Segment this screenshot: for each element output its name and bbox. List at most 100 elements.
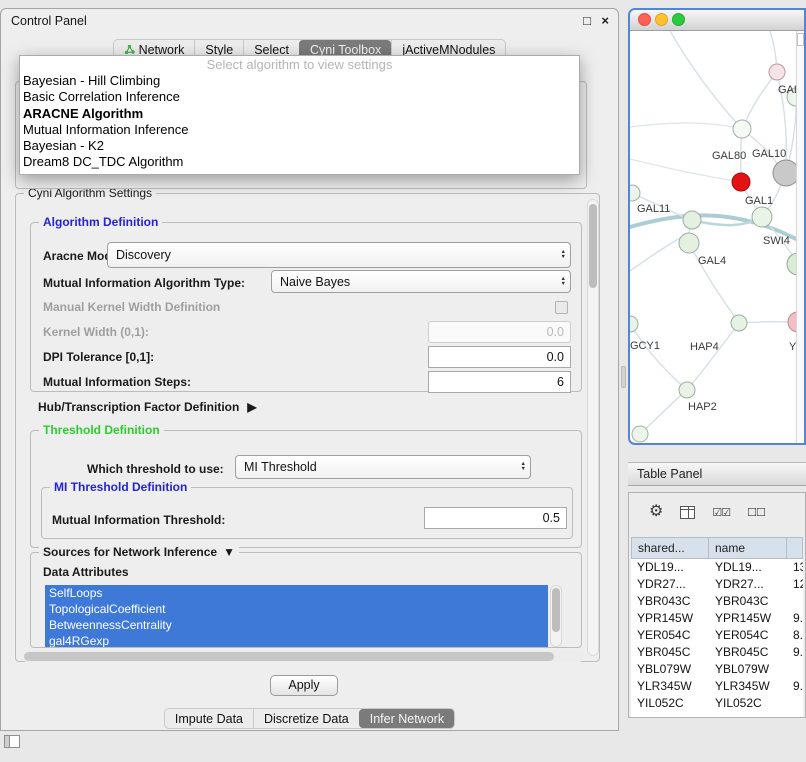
gear-icon[interactable]: ⚙ [649, 504, 663, 520]
algorithm-option-dream8-dc-tdc-algorithm[interactable]: Dream8 DC_TDC Algorithm [20, 154, 579, 170]
scrollbar-thumb[interactable] [24, 652, 554, 661]
data-attributes-list[interactable]: SelfLoopsTopologicalCoefficientBetweenne… [45, 585, 548, 647]
attribute-item-selfloops[interactable]: SelfLoops [45, 585, 548, 601]
kernel-width-label: Kernel Width (0,1): [43, 325, 149, 339]
sources-group-title: Sources for Network Inference ▼ [39, 545, 239, 559]
network-node-label: SWI4 [763, 235, 790, 247]
mi-steps-input[interactable]: 6 [428, 371, 571, 393]
which-threshold-label: Which threshold to use: [87, 462, 224, 476]
table-cell: YLR345W [631, 678, 709, 695]
show-hidden-panel-icon[interactable] [4, 735, 20, 748]
network-node[interactable] [773, 160, 796, 186]
network-node[interactable] [731, 315, 747, 331]
network-node-label: GCY1 [630, 340, 660, 352]
algorithm-option-basic-correlation-inference[interactable]: Basic Correlation Inference [20, 89, 579, 105]
tab-infer-network[interactable]: Infer Network [359, 709, 454, 728]
tab-impute-data[interactable]: Impute Data [165, 709, 253, 728]
manual-kernel-checkbox[interactable] [555, 301, 568, 314]
network-window-titlebar[interactable] [630, 10, 804, 31]
table-row[interactable]: YLR345WYLR345W9. [631, 678, 803, 695]
network-vertical-scrollbar[interactable] [796, 31, 804, 443]
chevron-down-icon[interactable]: ▼ [223, 545, 235, 559]
settings-vertical-scrollbar[interactable] [587, 199, 599, 656]
algorithm-option-aracne-algorithm[interactable]: ARACNE Algorithm [20, 106, 579, 122]
network-canvas[interactable]: GALGAL80GAL10GAL11GAL1SWI4GAL4GCY1HAP4YH… [630, 31, 796, 443]
table-row[interactable]: YBR043CYBR043C [631, 593, 803, 610]
table-cell: YBL079W [631, 661, 709, 678]
table-row[interactable]: YIL052CYIL052C [631, 695, 803, 712]
algorithm-option-bayesian-k2[interactable]: Bayesian - K2 [20, 138, 579, 154]
table-row[interactable]: YBR045CYBR045C9. [631, 644, 803, 661]
algorithm-option-bayesian-hill-climbing[interactable]: Bayesian - Hill Climbing [20, 73, 579, 89]
table-row[interactable]: YPR145WYPR145W9. [631, 610, 803, 627]
network-node[interactable] [679, 233, 699, 253]
network-node-label: GAL80 [712, 150, 746, 162]
dpi-tolerance-input[interactable]: 0.0 [428, 346, 571, 368]
mi-steps-label: Mutual Information Steps: [43, 375, 191, 389]
close-traffic-light-icon[interactable] [638, 13, 651, 26]
attributes-list-scrollbar[interactable] [550, 585, 562, 647]
algorithm-option-mutual-information-inference[interactable]: Mutual Information Inference [20, 122, 579, 138]
chevron-right-icon[interactable]: ▶ [247, 400, 256, 414]
tab-discretize-data[interactable]: Discretize Data [253, 709, 359, 728]
network-edge[interactable] [634, 330, 687, 390]
network-node[interactable] [630, 316, 638, 332]
attribute-item-gal4rgexp[interactable]: gal4RGexp [45, 633, 548, 647]
table-cell: YDR27... [631, 576, 709, 593]
network-node[interactable] [679, 382, 695, 398]
kernel-width-input[interactable]: 0.0 [428, 321, 571, 343]
select-all-columns-icon[interactable]: ☑☑ [712, 506, 730, 519]
algorithm-definition-group: Algorithm Definition Aracne Mode: Discov… [30, 222, 582, 392]
network-node[interactable] [632, 426, 648, 442]
panel-splitter-handle[interactable] [621, 366, 626, 388]
mi-threshold-input[interactable]: 0.5 [424, 507, 567, 529]
table-row[interactable]: YBL079WYBL079W [631, 661, 803, 678]
scrollbar-button[interactable] [797, 33, 804, 46]
network-node[interactable] [630, 185, 640, 201]
network-edge[interactable] [692, 218, 760, 225]
network-node-label: GAL1 [745, 195, 773, 207]
table-row[interactable]: YER054CYER054C8. [631, 627, 803, 644]
data-attributes-label: Data Attributes [43, 565, 129, 579]
attribute-table: shared...name YDL19...YDL19...13YDR27...… [631, 537, 803, 717]
settings-horizontal-scrollbar[interactable] [22, 651, 584, 662]
table-panel-header: Table Panel [628, 462, 806, 486]
table-row[interactable]: YDL19...YDL19...13 [631, 559, 803, 576]
columns-icon[interactable] [680, 506, 695, 519]
network-node[interactable] [683, 211, 701, 229]
column-header-name[interactable]: name [709, 537, 787, 559]
network-icon [124, 44, 135, 55]
which-threshold-select[interactable]: MI Threshold ▲▼ [235, 455, 531, 479]
attribute-item-betweennesscentrality[interactable]: BetweennessCentrality [45, 617, 548, 633]
network-node[interactable] [769, 64, 785, 80]
network-node[interactable] [752, 207, 772, 227]
network-canvas-svg: GALGAL80GAL10GAL11GAL1SWI4GAL4GCY1HAP4YH… [630, 31, 796, 443]
minimize-traffic-light-icon[interactable] [655, 13, 668, 26]
network-node[interactable] [788, 312, 796, 332]
network-node[interactable] [787, 253, 796, 275]
apply-button[interactable]: Apply [270, 675, 338, 696]
close-panel-icon[interactable]: × [601, 13, 609, 28]
network-edge[interactable] [692, 323, 739, 384]
float-window-icon[interactable]: □ [583, 13, 591, 28]
table-row[interactable]: YDR27...YDR27...12 [631, 576, 803, 593]
column-header-shared[interactable]: shared... [631, 537, 709, 559]
column-header-extra[interactable] [787, 537, 803, 559]
network-edge[interactable] [630, 123, 733, 127]
network-edge[interactable] [743, 72, 777, 127]
table-cell: YDL19... [709, 559, 787, 576]
table-cell: YIL052C [709, 695, 787, 712]
mi-type-select[interactable]: Naive Bayes ▲▼ [271, 270, 571, 293]
hub-definition-expander[interactable]: Hub/Transcription Factor Definition ▶ [38, 400, 257, 414]
zoom-traffic-light-icon[interactable] [672, 13, 685, 26]
scrollbar-thumb[interactable] [589, 204, 597, 288]
network-edge[interactable] [670, 31, 742, 129]
network-edge[interactable] [630, 238, 680, 271]
scrollbar-thumb[interactable] [552, 588, 560, 632]
aracne-mode-select[interactable]: Discovery ▲▼ [107, 242, 571, 268]
network-node[interactable] [732, 173, 750, 191]
deselect-all-columns-icon[interactable]: ☐☐ [747, 506, 765, 519]
attribute-item-topologicalcoefficient[interactable]: TopologicalCoefficient [45, 601, 548, 617]
network-edge[interactable] [630, 159, 741, 182]
network-node[interactable] [733, 120, 751, 138]
